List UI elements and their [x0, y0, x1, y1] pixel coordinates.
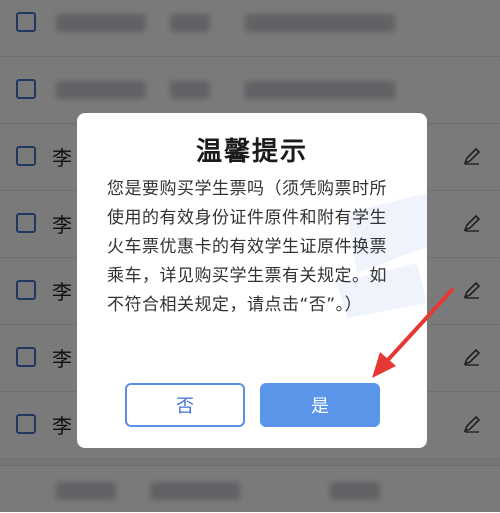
no-button[interactable]: 否 — [125, 383, 245, 427]
warm-tip-dialog: 温馨提示 您是要购买学生票吗（须凭购票时所使用的有效身份证件原件和附有学生火车票… — [77, 113, 427, 448]
dialog-message: 您是要购买学生票吗（须凭购票时所使用的有效身份证件原件和附有学生火车票优惠卡的有… — [107, 179, 387, 315]
dialog-title: 温馨提示 — [195, 137, 308, 167]
yes-button[interactable]: 是 — [260, 383, 380, 427]
